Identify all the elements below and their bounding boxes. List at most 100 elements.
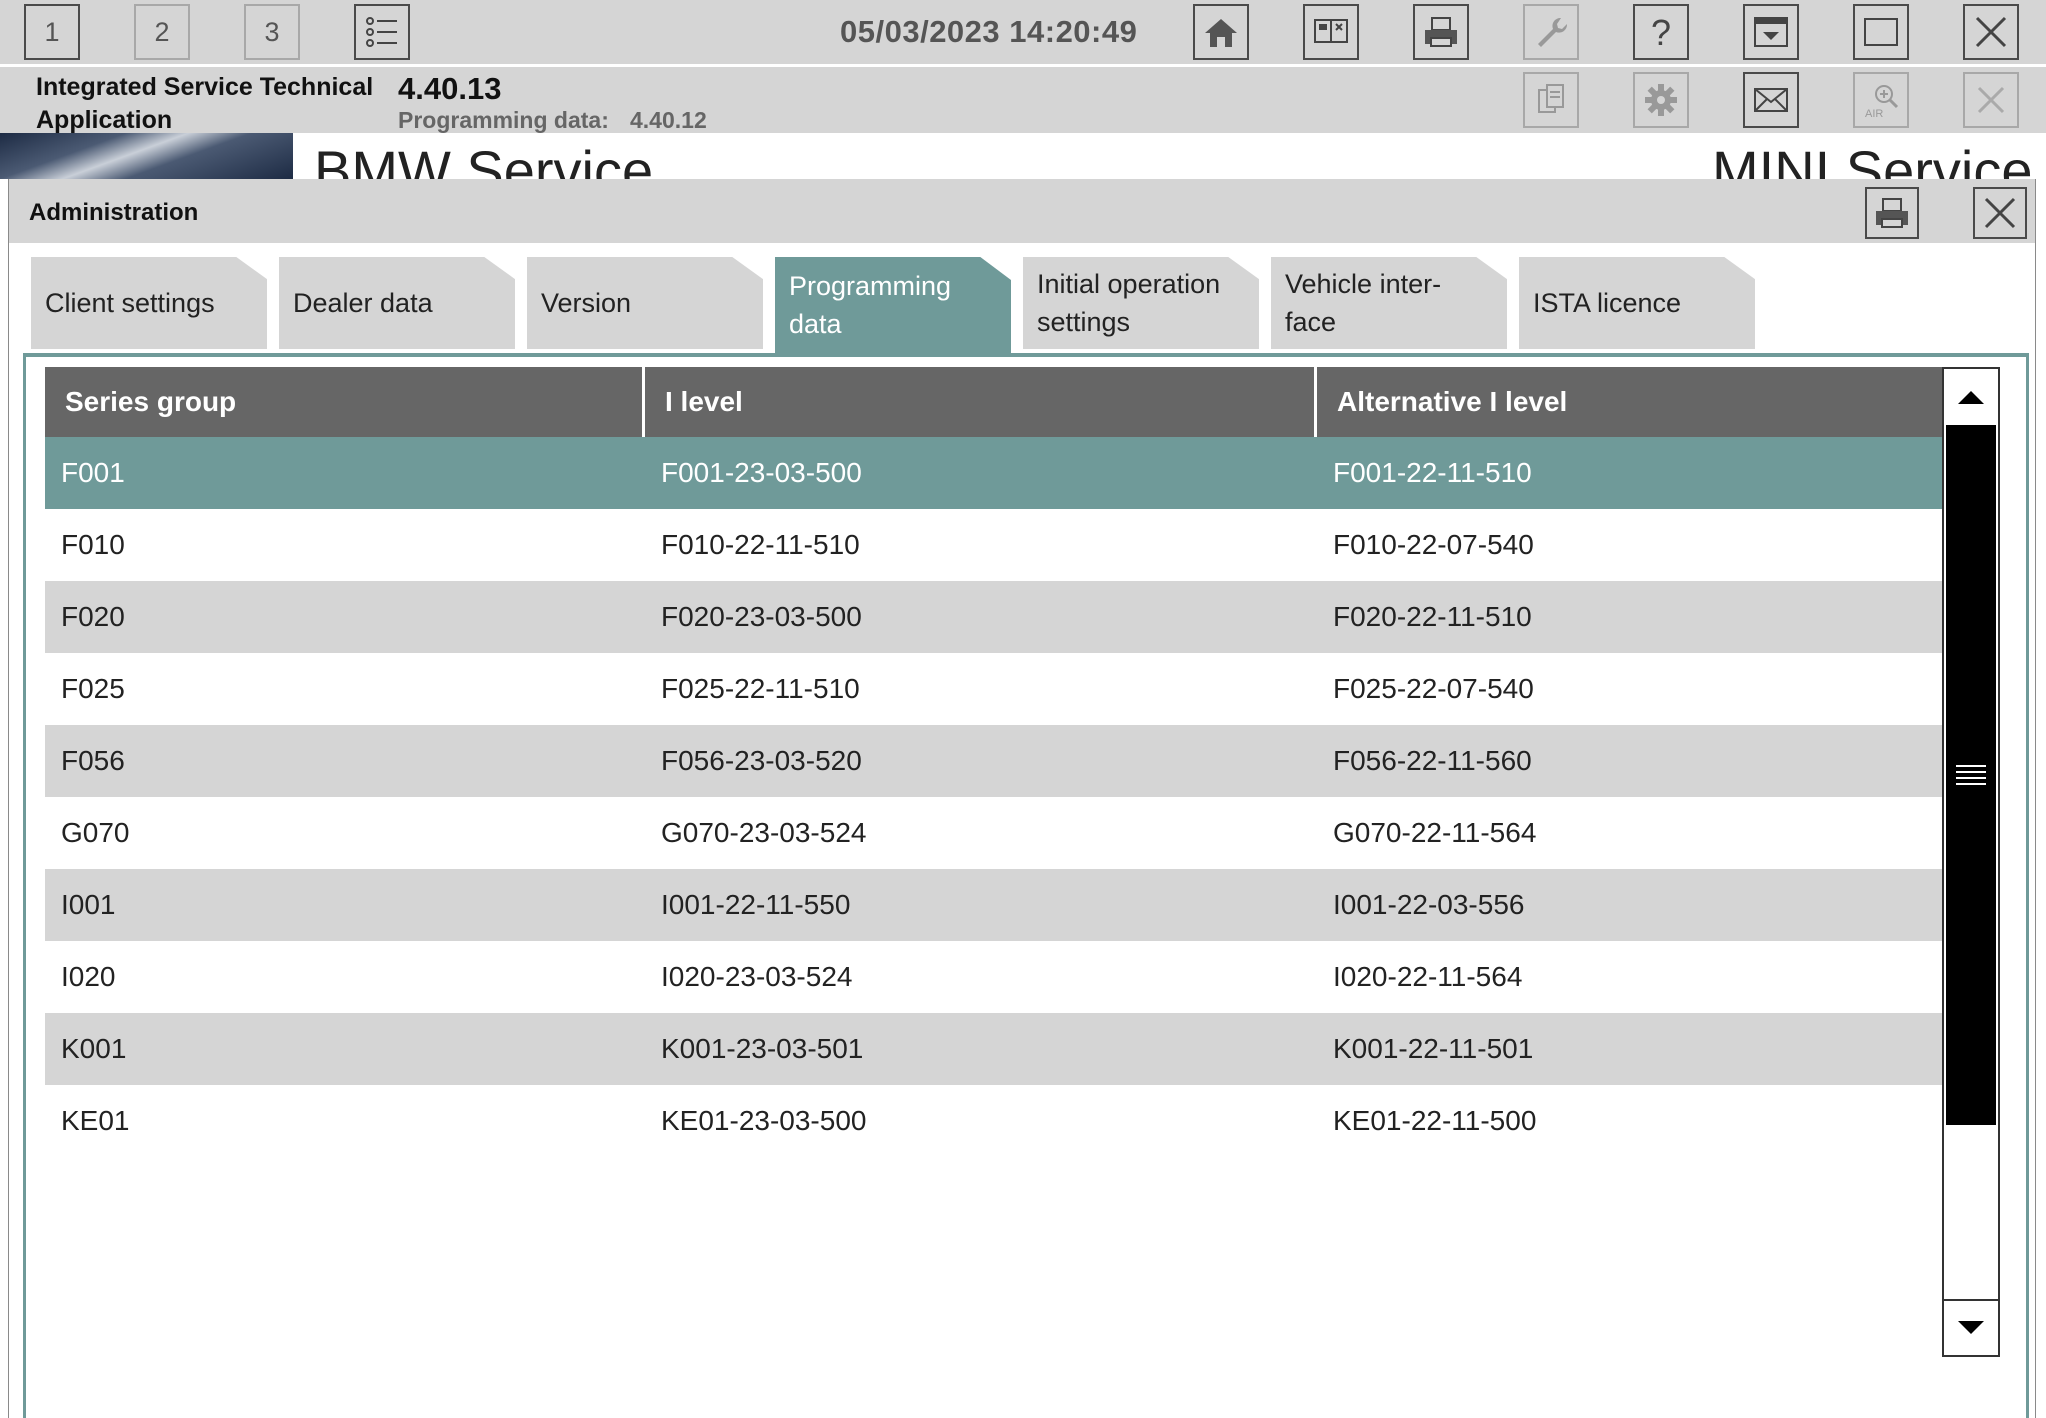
list-button[interactable] — [354, 4, 410, 60]
tab-label: Programming data — [789, 271, 952, 339]
documents-icon — [1538, 84, 1564, 113]
i-level-cell: I001-22-11-550 — [661, 889, 851, 920]
table-row[interactable]: F001 F001-23-03-500 F001-22-11-510 — [45, 437, 1950, 509]
grip-icon — [1956, 765, 1986, 785]
air-search-button[interactable]: AIR — [1853, 72, 1909, 128]
table-row[interactable]: K001 K001-23-03-501 K001-22-11-501 — [45, 1013, 1950, 1085]
series-group-cell: F056 — [61, 745, 125, 776]
messages-button[interactable] — [1743, 72, 1799, 128]
alternative-i-level-cell: F010-22-07-540 — [1333, 529, 1534, 560]
close-icon — [1975, 16, 2007, 48]
table-row[interactable]: KE01 KE01-23-03-500 KE01-22-11-500 — [45, 1085, 1950, 1157]
scroll-up-button[interactable] — [1944, 369, 1998, 425]
programming-data-value: 4.40.12 — [630, 107, 707, 133]
air-search-icon: AIR — [1865, 85, 1899, 120]
tab-client-settings[interactable]: Client settings — [31, 257, 267, 349]
scroll-down-button[interactable] — [1944, 1299, 1998, 1355]
alternative-i-level-cell: I020-22-11-564 — [1333, 961, 1523, 992]
close-icon — [1977, 86, 2005, 114]
column-header-alternative-i-level[interactable]: Alternative I level — [1317, 367, 1950, 437]
i-level-cell: F056-23-03-520 — [661, 745, 862, 776]
alternative-i-level-cell: K001-22-11-501 — [1333, 1033, 1534, 1064]
bmw-service-title: BMW Service — [314, 139, 654, 179]
session-2-label: 2 — [154, 16, 170, 47]
split-view-icon — [1314, 19, 1348, 43]
tab-dealer-data[interactable]: Dealer data — [279, 257, 515, 349]
tab-label: Initial operation settings — [1037, 269, 1221, 337]
administration-dialog: Administration Client settings Dealer da… — [8, 179, 2036, 1418]
envelope-icon — [1754, 88, 1788, 112]
scroll-thumb[interactable] — [1946, 425, 1996, 1125]
table-row[interactable]: F056 F056-23-03-520 F056-22-11-560 — [45, 725, 1950, 797]
session-3-button[interactable]: 3 — [244, 4, 300, 60]
alternative-i-level-cell: G070-22-11-564 — [1333, 817, 1537, 848]
table-row[interactable]: F025 F025-22-11-510 F025-22-07-540 — [45, 653, 1950, 725]
dialog-title: Administration — [29, 199, 199, 226]
series-group-cell: I020 — [61, 961, 116, 992]
tab-initial-operation-settings[interactable]: Initial operation settings — [1023, 257, 1259, 349]
tab-programming-data[interactable]: Programming data — [775, 257, 1011, 353]
app-name: Integrated Service Technical Application — [36, 73, 374, 134]
series-group-cell: F010 — [61, 529, 125, 560]
close-session-button[interactable] — [1963, 72, 2019, 128]
datetime-display: 05/03/2023 14:20:49 — [840, 14, 1138, 49]
alternative-i-level-cell: KE01-22-11-500 — [1333, 1105, 1537, 1136]
column-header-i-level[interactable]: I level — [645, 367, 1317, 437]
help-icon: ? — [1651, 12, 1671, 52]
table-body: F001 F001-23-03-500 F001-22-11-510 F010 F010… — [45, 437, 1950, 1157]
home-icon — [1205, 19, 1237, 47]
tab-vehicle-interface[interactable]: Vehicle inter-face — [1271, 257, 1507, 349]
column-header-series-group[interactable]: Series group — [45, 367, 645, 437]
arrow-down-icon — [1958, 1321, 1984, 1334]
i-level-cell: G070-23-03-524 — [661, 817, 867, 848]
close-icon — [1984, 197, 2016, 229]
table-row[interactable]: G070 G070-23-03-524 G070-22-11-564 — [45, 797, 1950, 869]
tools-button[interactable] — [1523, 4, 1579, 60]
series-group-cell: F020 — [61, 601, 125, 632]
session-2-button[interactable]: 2 — [134, 4, 190, 60]
tab-label: Version — [541, 288, 632, 318]
maximize-icon — [1864, 18, 1898, 46]
i-level-cell: F025-22-11-510 — [661, 673, 860, 704]
brand-logo-image — [0, 133, 293, 179]
tab-ista-licence[interactable]: ISTA licence — [1519, 257, 1755, 349]
split-view-button[interactable] — [1303, 4, 1359, 60]
help-button[interactable]: ? — [1633, 4, 1689, 60]
i-level-cell: F001-23-03-500 — [661, 457, 862, 488]
documents-button[interactable] — [1523, 72, 1579, 128]
series-group-cell: F001 — [61, 457, 125, 488]
table-row[interactable]: F010 F010-22-11-510 F010-22-07-540 — [45, 509, 1950, 581]
series-group-cell: F025 — [61, 673, 125, 704]
tab-label: Client settings — [45, 288, 215, 318]
table-header: Series group I level Alternative I level — [45, 367, 1950, 437]
printer-icon — [1876, 198, 1908, 228]
session-1-label: 1 — [44, 16, 60, 47]
dialog-close-button[interactable] — [1973, 187, 2027, 239]
tab-version[interactable]: Version — [527, 257, 763, 349]
alternative-i-level-cell: F025-22-07-540 — [1333, 673, 1534, 704]
series-group-cell: KE01 — [61, 1105, 130, 1136]
svg-text:?: ? — [1651, 12, 1671, 52]
close-app-button[interactable] — [1963, 4, 2019, 60]
i-level-cell: K001-23-03-501 — [661, 1033, 864, 1064]
dialog-header: Administration — [9, 179, 2035, 243]
printer-icon — [1425, 17, 1457, 47]
dialog-print-button[interactable] — [1865, 187, 1919, 239]
minimize-tray-button[interactable] — [1743, 4, 1799, 60]
session-1-button[interactable]: 1 — [24, 4, 80, 60]
table-row[interactable]: F020 F020-23-03-500 F020-22-11-510 — [45, 581, 1950, 653]
gear-icon — [1645, 84, 1677, 116]
tab-label: Vehicle inter-face — [1285, 269, 1442, 337]
info-bar: Integrated Service Technical Application… — [0, 67, 2046, 134]
print-button[interactable] — [1413, 4, 1469, 60]
maximize-button[interactable] — [1853, 4, 1909, 60]
i-level-cell: F010-22-11-510 — [661, 529, 860, 560]
settings-button[interactable] — [1633, 72, 1689, 128]
home-button[interactable] — [1193, 4, 1249, 60]
table-row[interactable]: I001 I001-22-11-550 I001-22-03-556 — [45, 869, 1950, 941]
alternative-i-level-cell: F020-22-11-510 — [1333, 601, 1532, 632]
vertical-scrollbar[interactable] — [1942, 367, 2000, 1357]
table-row[interactable]: I020 I020-23-03-524 I020-22-11-564 — [45, 941, 1950, 1013]
series-group-cell: K001 — [61, 1033, 127, 1064]
main-toolbar: 1 2 3 05/03/2023 14:20:49 ? — [0, 0, 2046, 64]
